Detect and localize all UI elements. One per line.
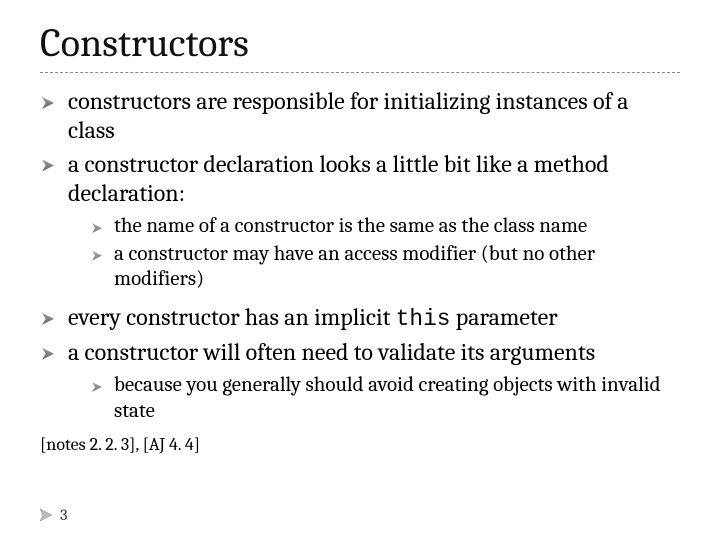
footer-arrow-icon bbox=[40, 509, 52, 521]
list-item: constructors are responsible for initial… bbox=[40, 87, 680, 146]
bullet-text: a constructor may have an access modifie… bbox=[114, 242, 595, 292]
slide: Constructors constructors are responsibl… bbox=[0, 0, 720, 540]
sub-bullet-list: the name of a constructor is the same as… bbox=[90, 214, 680, 293]
bullet-list: constructors are responsible for initial… bbox=[40, 87, 680, 424]
list-item: a constructor declaration looks a little… bbox=[40, 150, 680, 293]
bullet-text: constructors are responsible for initial… bbox=[68, 87, 629, 144]
bullet-text: the name of a constructor is the same as… bbox=[114, 214, 587, 238]
footer: 3 bbox=[40, 506, 67, 524]
slide-title: Constructors bbox=[40, 20, 680, 66]
list-item: the name of a constructor is the same as… bbox=[90, 214, 680, 240]
code-this: this bbox=[396, 306, 451, 332]
bullet-text-post: parameter bbox=[450, 303, 557, 331]
list-item: a constructor will often need to validat… bbox=[40, 338, 680, 424]
list-item: a constructor may have an access modifie… bbox=[90, 242, 680, 293]
references: [notes 2. 2. 3], [AJ 4. 4] bbox=[40, 434, 680, 455]
bullet-text: a constructor declaration looks a little… bbox=[68, 150, 609, 207]
page-number: 3 bbox=[60, 506, 67, 524]
bullet-text-pre: every constructor has an implicit bbox=[68, 303, 396, 331]
bullet-text: because you generally should avoid creat… bbox=[114, 373, 661, 423]
title-rule bbox=[40, 72, 680, 73]
sub-bullet-list: because you generally should avoid creat… bbox=[90, 373, 680, 424]
list-item: every constructor has an implicit this p… bbox=[40, 303, 680, 334]
bullet-text: a constructor will often need to validat… bbox=[68, 338, 595, 366]
list-item: because you generally should avoid creat… bbox=[90, 373, 680, 424]
